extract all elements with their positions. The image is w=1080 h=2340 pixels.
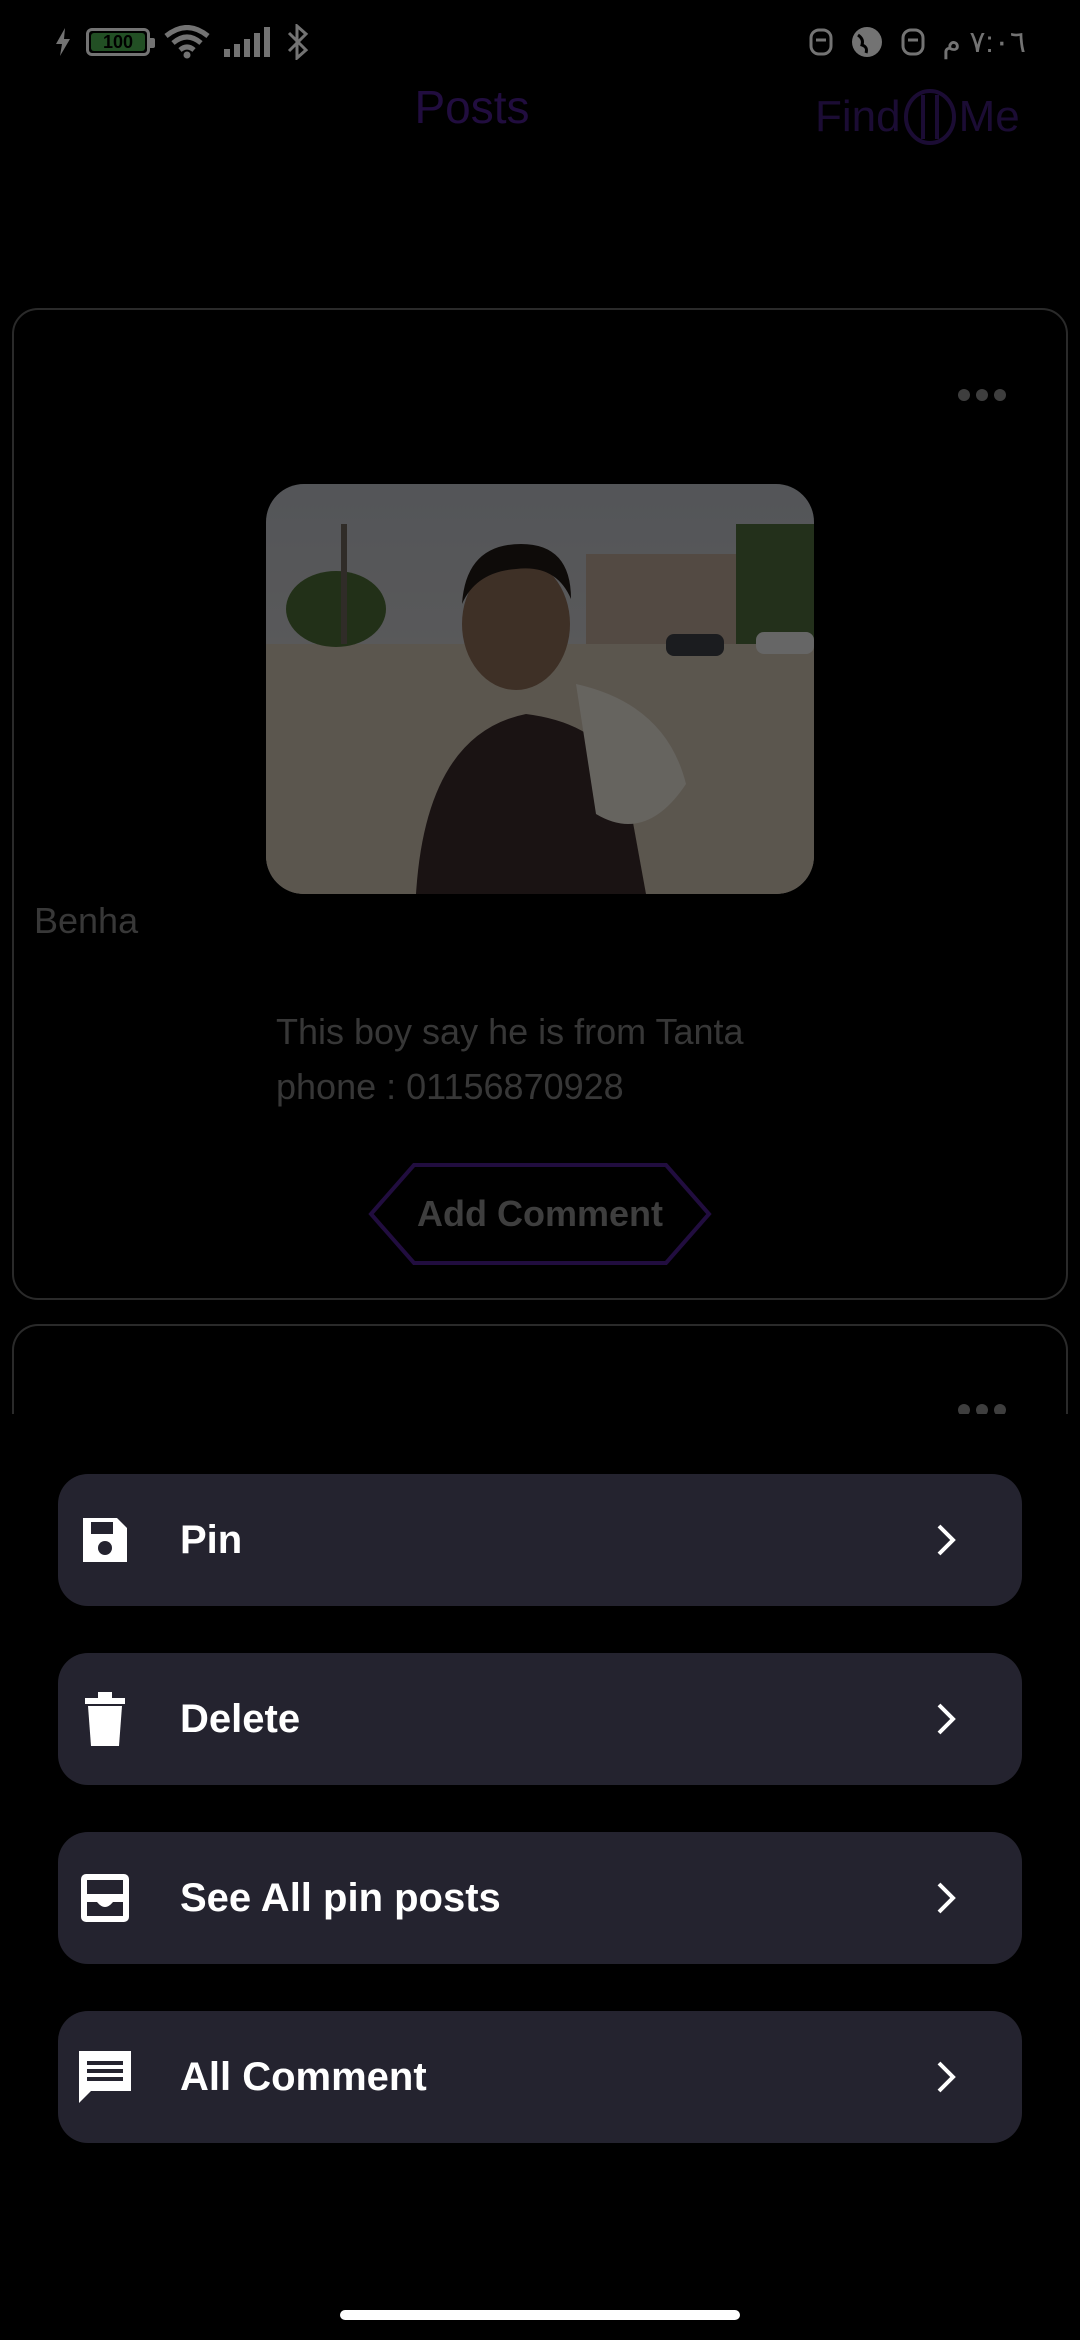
post-image: [266, 484, 814, 894]
description-line-1: This boy say he is from Tanta: [276, 1011, 744, 1052]
chevron-right-icon: [937, 2061, 956, 2093]
globe-icon: [852, 27, 883, 57]
comment-icon: [74, 2046, 136, 2108]
pin-option[interactable]: Pin: [58, 1474, 1022, 1606]
see-all-pin-posts-option[interactable]: See All pin posts: [58, 1832, 1022, 1964]
wifi-icon: [164, 25, 210, 59]
signal-icon: [224, 27, 270, 57]
chevron-right-icon: [937, 1703, 956, 1735]
all-comment-label: All Comment: [180, 2054, 427, 2099]
description-line-2: phone : 01156870928: [276, 1066, 624, 1107]
delete-option[interactable]: Delete: [58, 1653, 1022, 1785]
delete-option-label: Delete: [180, 1696, 301, 1741]
face-icon: [809, 28, 833, 56]
inbox-icon: [74, 1867, 136, 1929]
more-options-icon[interactable]: [958, 389, 1006, 401]
clock: ٧:٠٦ م: [942, 25, 1026, 59]
post-description: This boy say he is from Tanta phone : 01…: [276, 1004, 744, 1114]
battery-level: 100: [102, 31, 134, 52]
pin-option-label: Pin: [180, 1517, 243, 1562]
bluetooth-icon: [287, 24, 309, 60]
face-icon-2: [901, 28, 925, 56]
save-icon: [74, 1509, 136, 1571]
logo-mark-icon: [903, 89, 956, 145]
logo-text-left: Find: [815, 92, 901, 141]
chevron-right-icon: [937, 1524, 956, 1556]
trash-icon: [74, 1688, 136, 1750]
see-all-pin-posts-label: See All pin posts: [180, 1875, 501, 1920]
home-indicator[interactable]: [340, 2310, 740, 2320]
logo-text-right: Me: [958, 92, 1020, 141]
post-location: Benha: [34, 900, 139, 941]
app-logo: Find Me: [815, 86, 1035, 148]
status-bar: 100 ٧:٠٦ م: [0, 0, 1080, 84]
add-comment-button[interactable]: Add Comment: [368, 1162, 712, 1266]
status-left: 100: [54, 22, 310, 62]
chevron-right-icon: [937, 1882, 956, 1914]
all-comment-option[interactable]: All Comment: [58, 2011, 1022, 2143]
status-right: ٧:٠٦ م: [808, 22, 1026, 62]
add-comment-label: Add Comment: [417, 1193, 663, 1234]
battery-icon: 100: [86, 28, 155, 56]
charging-icon: [56, 28, 70, 56]
page-title: Posts: [414, 81, 530, 133]
